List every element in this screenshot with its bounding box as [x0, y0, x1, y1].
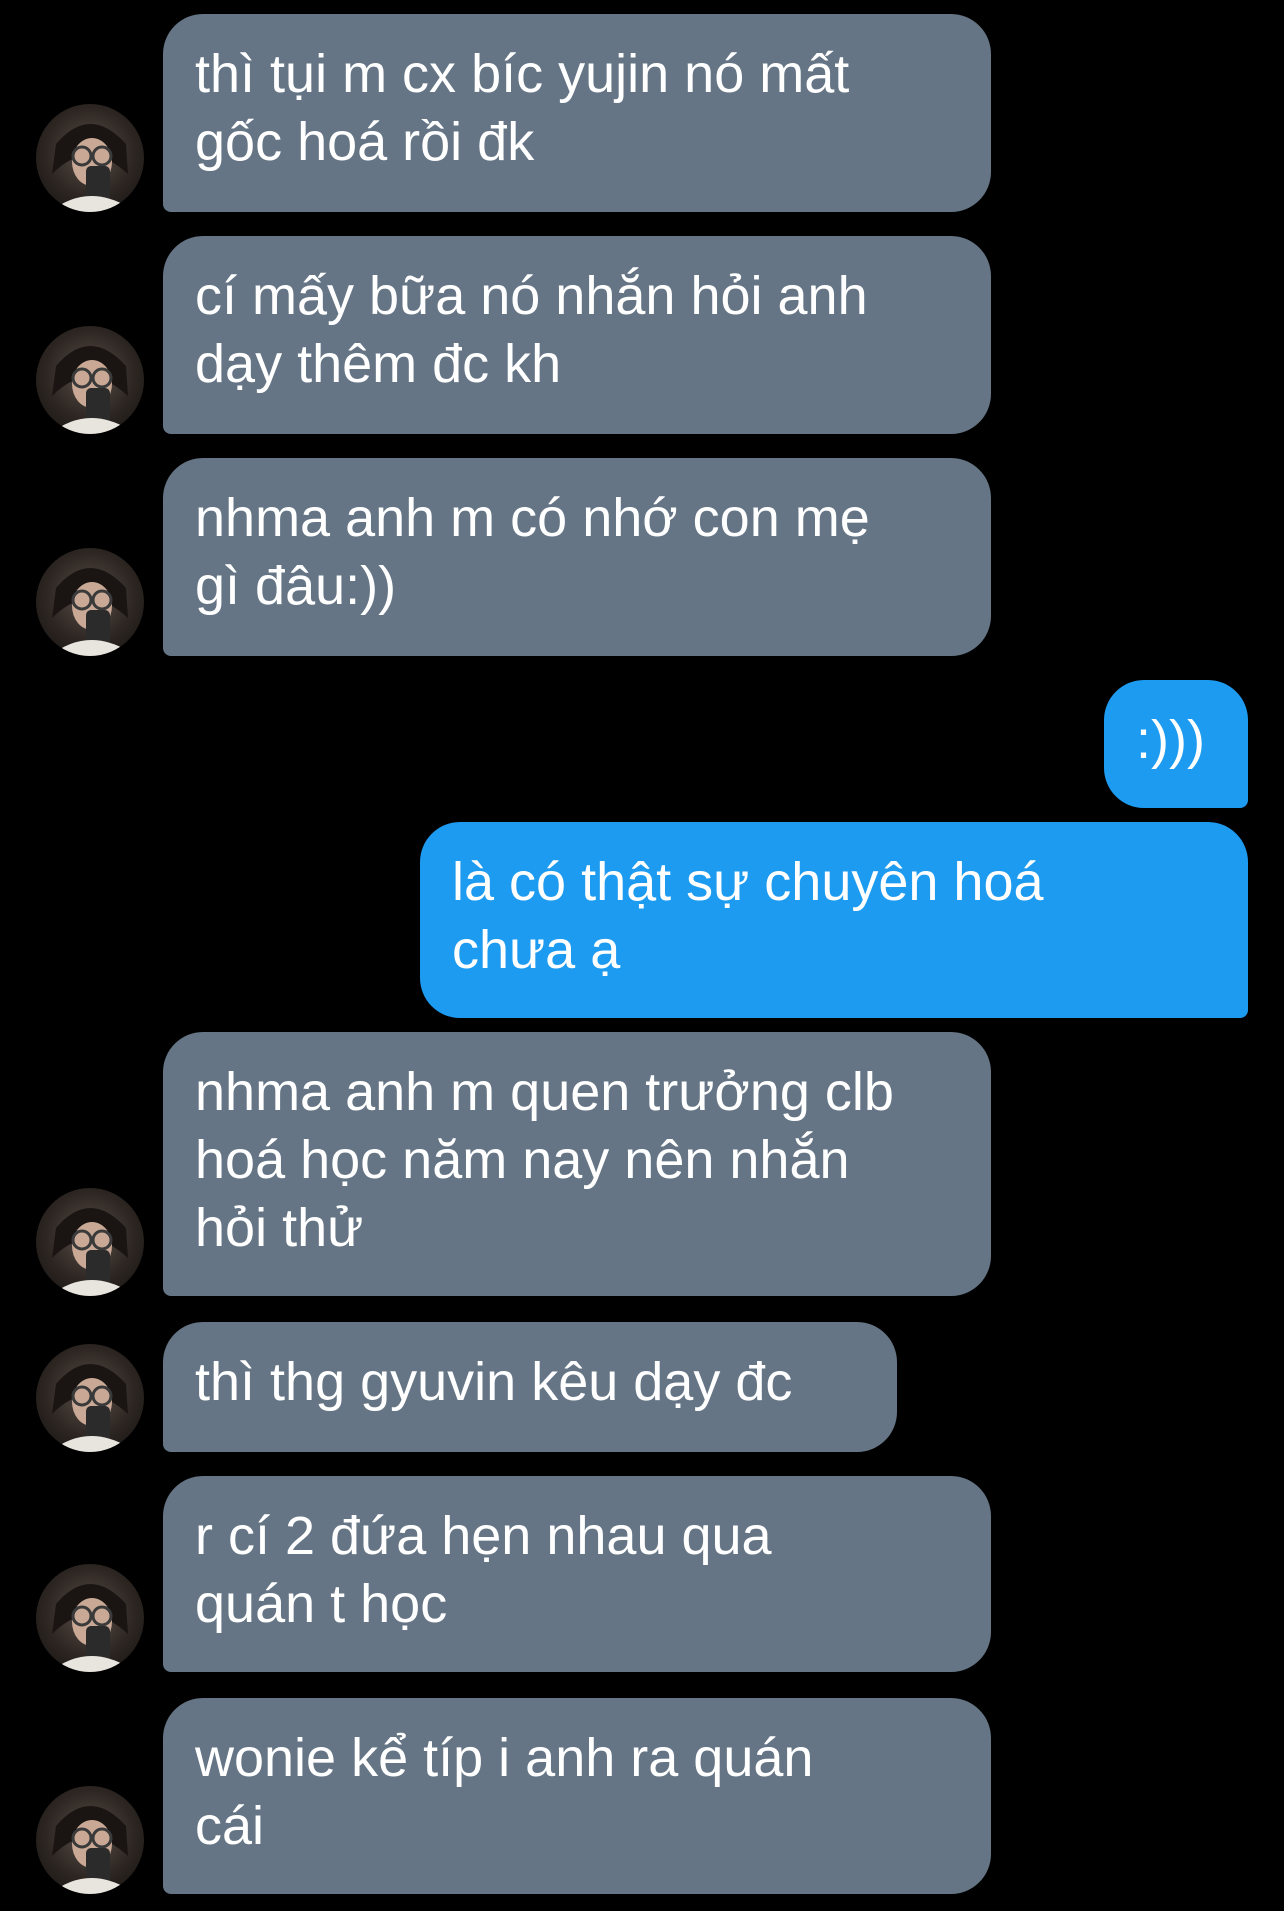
- message-thread: thì tụi m cx bíc yujin nó mất gốc hoá rồ…: [0, 0, 1284, 1911]
- avatar[interactable]: [36, 1188, 144, 1296]
- message-line: cí mấy bữa nó nhắn hỏi anh: [195, 266, 868, 326]
- message-line: dạy thêm đc kh: [195, 334, 562, 394]
- message-line: thì thg gyuvin kêu dạy đc: [195, 1352, 793, 1412]
- incoming-message-bubble[interactable]: cí mấy bữa nó nhắn hỏi anh dạy thêm đc k…: [163, 236, 991, 434]
- outgoing-message-bubble[interactable]: là có thật sự chuyên hoá chưa ạ: [420, 822, 1248, 1018]
- incoming-message-bubble[interactable]: wonie kể típ i anh ra quán cái: [163, 1698, 991, 1894]
- avatar[interactable]: [36, 548, 144, 656]
- message-line: nhma anh m quen trưởng clb: [195, 1062, 894, 1122]
- message-line: quán t học: [195, 1574, 448, 1634]
- user-avatar-icon: [50, 1806, 136, 1894]
- message-line: nhma anh m có nhớ con mẹ: [195, 488, 870, 548]
- avatar[interactable]: [36, 1786, 144, 1894]
- user-avatar-icon: [50, 1364, 136, 1452]
- message-line: r cí 2 đứa hẹn nhau qua: [195, 1506, 772, 1566]
- message-line: hoá học năm nay nên nhắn: [195, 1130, 850, 1190]
- incoming-message-bubble[interactable]: nhma anh m quen trưởng clb hoá học năm n…: [163, 1032, 991, 1296]
- message-line: gốc hoá rồi đk: [195, 112, 535, 172]
- incoming-message-bubble[interactable]: nhma anh m có nhớ con mẹ gì đâu:)): [163, 458, 991, 656]
- message-line: thì tụi m cx bíc yujin nó mất: [195, 44, 850, 104]
- message-line: wonie kể típ i anh ra quán: [195, 1728, 814, 1788]
- user-avatar-icon: [50, 568, 136, 656]
- message-line: hỏi thử: [195, 1198, 364, 1258]
- message-line: là có thật sự chuyên hoá: [452, 852, 1044, 912]
- user-avatar-icon: [50, 346, 136, 434]
- avatar[interactable]: [36, 326, 144, 434]
- avatar[interactable]: [36, 1344, 144, 1452]
- message-line: :))): [1136, 710, 1205, 770]
- incoming-message-bubble[interactable]: thì tụi m cx bíc yujin nó mất gốc hoá rồ…: [163, 14, 991, 212]
- user-avatar-icon: [50, 1584, 136, 1672]
- message-line: chưa ạ: [452, 920, 621, 980]
- message-line: cái: [195, 1796, 265, 1856]
- outgoing-message-bubble[interactable]: :))): [1104, 680, 1248, 808]
- message-line: gì đâu:)): [195, 556, 397, 616]
- avatar[interactable]: [36, 1564, 144, 1672]
- user-avatar-icon: [50, 1208, 136, 1296]
- incoming-message-bubble[interactable]: r cí 2 đứa hẹn nhau qua quán t học: [163, 1476, 991, 1672]
- incoming-message-bubble[interactable]: thì thg gyuvin kêu dạy đc: [163, 1322, 897, 1452]
- avatar[interactable]: [36, 104, 144, 212]
- user-avatar-icon: [50, 124, 136, 212]
